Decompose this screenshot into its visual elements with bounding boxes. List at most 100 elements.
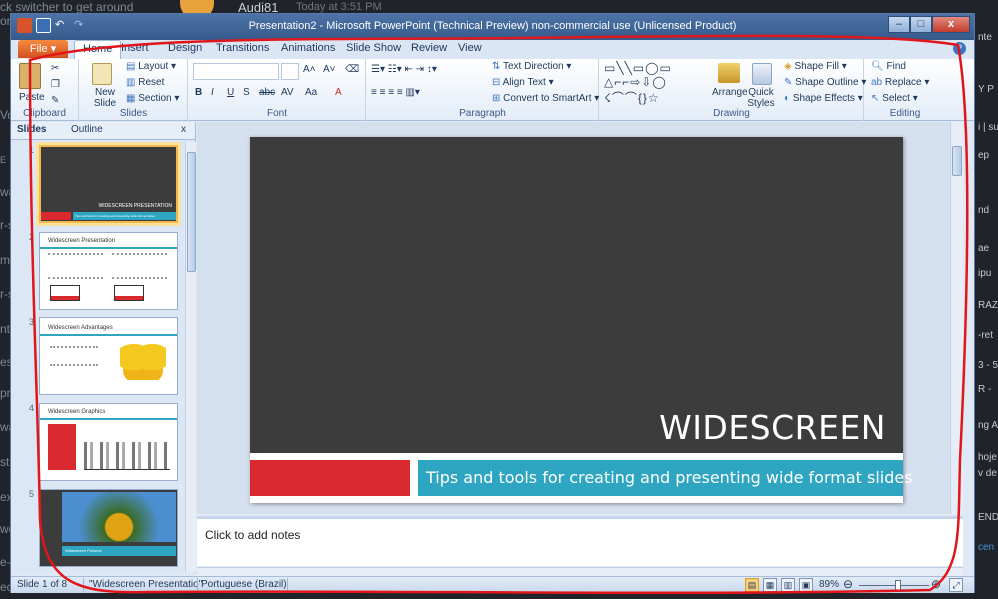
tab-animations[interactable]: Animations <box>281 42 335 54</box>
horizontal-scrollbar[interactable] <box>197 567 963 576</box>
character-spacing-button[interactable]: AV <box>281 87 294 98</box>
change-case-button[interactable]: Aa <box>305 87 317 98</box>
bg-right-text: nte <box>978 32 992 43</box>
bold-button[interactable]: B <box>195 87 202 98</box>
thumb-number: 3 <box>29 317 35 327</box>
current-slide[interactable]: WIDESCREEN PRESENTATION Tips and tools f… <box>250 137 913 503</box>
select-label: Select <box>882 93 910 104</box>
ribbon-tab-bar: File ▾ Home Insert Design Transitions An… <box>11 40 974 59</box>
shapes-gallery[interactable]: ▭╲╲▭◯▭ △⌐⌐⇨⇩◯ ☇⌒⌒{}☆ <box>604 61 672 106</box>
replace-button[interactable]: ab Replace ▾ <box>871 77 929 88</box>
format-painter-icon[interactable]: ✎ <box>51 95 59 106</box>
slide-thumbnail-1[interactable]: WIDESCREEN PRESENTATION Tips and tools f… <box>39 145 178 223</box>
strikethrough-button[interactable]: abc <box>259 87 275 98</box>
align-text-button[interactable]: ⊟ Align Text ▾ <box>492 77 554 88</box>
language-indicator[interactable]: Portuguese (Brazil) <box>201 579 287 590</box>
thumb-title: Widescreen Graphics <box>48 409 106 415</box>
group-editing: 🔍︎ Find ab Replace ▾ ↖ Select ▾ Editing <box>865 59 945 121</box>
shape-effects-button[interactable]: ◐ Shape Effects ▾ <box>784 93 863 104</box>
convert-smartart-button[interactable]: ⊞ Convert to SmartArt ▾ <box>492 93 599 104</box>
shape-fill-button[interactable]: ◈ Shape Fill ▾ <box>784 61 847 72</box>
shape-outline-button[interactable]: ✎ Shape Outline ▾ <box>784 77 866 88</box>
zoom-slider-knob[interactable] <box>894 580 901 591</box>
editor-scrollbar[interactable] <box>950 122 963 514</box>
zoom-level[interactable]: 89% <box>819 579 839 590</box>
shrink-font-button[interactable]: A˅ <box>323 64 336 75</box>
maximize-button[interactable]: □ <box>910 16 932 33</box>
new-slide-button[interactable]: New Slide <box>90 87 120 109</box>
tab-design[interactable]: Design <box>168 42 202 54</box>
fit-to-window-icon[interactable]: ⤢ <box>949 578 963 592</box>
arrange-button[interactable]: Arrange <box>712 87 748 98</box>
theme-name[interactable]: "Widescreen Presentatio" <box>89 579 202 590</box>
reading-view-icon[interactable]: ▥ <box>781 578 795 592</box>
shape-effects-label: Shape Effects <box>792 93 855 104</box>
scroll-thumb[interactable] <box>952 146 962 176</box>
underline-button[interactable]: U <box>227 87 234 98</box>
thumb-title: WIDESCREEN PRESENTATION <box>98 203 172 209</box>
cut-icon[interactable]: ✂ <box>51 63 59 74</box>
bg-right-text: hoje <box>978 452 997 463</box>
ribbon: Paste ✂ ❐ ✎ Clipboard New Slide ▤ Layout… <box>11 59 974 121</box>
file-button[interactable]: File ▾ <box>18 40 68 58</box>
tab-slides[interactable]: Slides <box>17 124 46 135</box>
thumbnail-scrollbar[interactable] <box>185 142 196 572</box>
scroll-thumb[interactable] <box>187 152 196 272</box>
slide-thumbnail-3[interactable]: Widescreen Advantages <box>39 317 178 395</box>
tab-transitions[interactable]: Transitions <box>216 42 269 54</box>
status-bar: Slide 1 of 8 "Widescreen Presentatio" Po… <box>11 576 974 593</box>
thumb-bar-chart <box>84 442 170 470</box>
minimize-button[interactable]: – <box>888 16 910 33</box>
tab-review[interactable]: Review <box>411 42 447 54</box>
align-icons[interactable]: ≡ ≡ ≡ ≡ ▥▾ <box>371 87 420 98</box>
arrange-icon[interactable] <box>718 63 740 83</box>
copy-icon[interactable]: ❐ <box>51 79 60 90</box>
thumb-rule <box>40 247 177 249</box>
new-slide-icon[interactable] <box>92 63 112 85</box>
slide-thumbnail-5[interactable]: Widescreen Pictures <box>39 489 178 567</box>
clear-format-icon[interactable]: ⌫ <box>345 64 359 75</box>
shadow-icon[interactable]: S <box>243 87 250 98</box>
zoom-out-icon[interactable]: ⊖ <box>843 577 853 591</box>
slide-sorter-icon[interactable]: ▦ <box>763 578 777 592</box>
normal-view-icon[interactable]: ▤ <box>745 578 759 592</box>
group-drawing: ▭╲╲▭◯▭ △⌐⌐⇨⇩◯ ☇⌒⌒{}☆ Arrange Quick Styles … <box>600 59 866 121</box>
find-button[interactable]: 🔍︎ Find <box>871 61 906 72</box>
slide-thumbnail-2[interactable]: Widescreen Presentation <box>39 232 178 310</box>
close-button[interactable]: x <box>932 16 970 33</box>
replace-label: Replace <box>884 77 922 88</box>
paste-button[interactable]: Paste <box>19 92 45 103</box>
select-button[interactable]: ↖ Select ▾ <box>871 93 918 104</box>
grow-font-button[interactable]: A˄ <box>303 64 316 75</box>
layout-button[interactable]: ▤ Layout ▾ <box>126 61 176 72</box>
tab-slide-show[interactable]: Slide Show <box>346 42 401 54</box>
notes-placeholder[interactable]: Click to add notes <box>205 528 300 542</box>
thumb-subtitle: Tips and tools for creating and presenti… <box>73 212 176 220</box>
help-icon[interactable]: ? <box>953 42 966 55</box>
section-button[interactable]: ▦ Section ▾ <box>126 93 179 104</box>
quick-styles-button[interactable]: Quick Styles <box>746 87 776 109</box>
title-bar: ↶ ↷ Presentation2 - Microsoft PowerPoint… <box>11 14 974 40</box>
reset-button[interactable]: ▥ Reset <box>126 77 164 88</box>
font-color-button[interactable]: A <box>335 87 342 98</box>
bullets-icon[interactable]: ☰▾ ☷▾ ⇤ ⇥ ↕▾ <box>371 64 437 75</box>
notes-pane[interactable]: Click to add notes <box>197 516 963 566</box>
slide-thumbnail-4[interactable]: Widescreen Graphics <box>39 403 178 481</box>
tab-view[interactable]: View <box>458 42 482 54</box>
paste-icon[interactable] <box>19 63 41 89</box>
tab-outline[interactable]: Outline <box>71 124 103 135</box>
italic-button[interactable]: I <box>211 87 214 98</box>
pane-close-button[interactable]: x <box>181 124 186 135</box>
bg-text: E <box>0 155 7 165</box>
thumb-text-lines <box>112 253 167 279</box>
slide-show-icon[interactable]: ▣ <box>799 578 813 592</box>
group-label: Drawing <box>713 108 750 119</box>
tab-insert[interactable]: Insert <box>121 42 149 54</box>
tab-home[interactable]: Home <box>74 40 122 59</box>
text-direction-button[interactable]: ⇅ Text Direction ▾ <box>492 61 571 72</box>
zoom-in-icon[interactable]: ⊕ <box>931 577 941 591</box>
quick-styles-icon[interactable] <box>752 63 772 85</box>
font-size-combo[interactable] <box>281 63 299 80</box>
font-name-combo[interactable] <box>193 63 279 80</box>
slide-subtitle[interactable]: Tips and tools for creating and presenti… <box>426 468 913 487</box>
